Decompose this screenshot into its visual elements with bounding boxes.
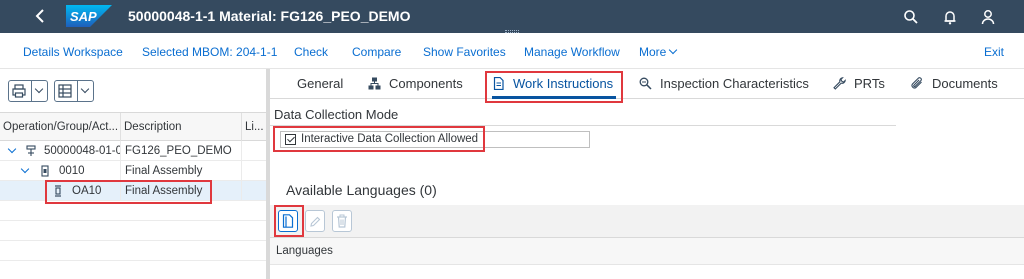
highlight-data-collection-checkbox xyxy=(273,126,485,152)
tree-table-header: Operation/Group/Act... Description Li... xyxy=(0,113,266,141)
column-description[interactable]: Description xyxy=(121,113,242,141)
table-settings-icon xyxy=(58,84,72,98)
tree-row-empty xyxy=(0,221,266,241)
shell-bar: SAP 50000048-1-1 Material: FG126_PEO_DEM… xyxy=(0,0,1024,33)
tree-row-empty xyxy=(0,201,266,221)
details-pane: General Components Work Instructions Ins… xyxy=(270,69,1024,279)
page-title: 50000048-1-1 Material: FG126_PEO_DEMO xyxy=(128,8,411,24)
tree-row-empty xyxy=(0,241,266,261)
pencil-icon xyxy=(310,216,321,227)
view-dropdown[interactable] xyxy=(77,81,93,101)
tree-row-description: Final Assembly xyxy=(121,161,242,181)
tree-row-description: FG126_PEO_DEMO xyxy=(121,141,242,161)
show-favorites-button[interactable]: Show Favorites xyxy=(423,45,506,59)
chevron-down-icon xyxy=(34,84,44,94)
components-icon xyxy=(368,77,381,90)
sap-logo-text: SAP xyxy=(70,9,97,24)
tab-inspection-characteristics[interactable]: Inspection Characteristics xyxy=(639,76,809,91)
compare-button[interactable]: Compare xyxy=(352,45,401,59)
edit-language-button[interactable] xyxy=(305,210,325,232)
chevron-down-icon xyxy=(669,45,678,55)
print-menu-button[interactable] xyxy=(8,80,48,102)
languages-table-header: Languages xyxy=(270,237,1024,265)
action-toolbar: Details Workspace Selected MBOM: 204-1-1… xyxy=(0,33,1024,69)
print-icon xyxy=(12,84,26,98)
more-label: More xyxy=(639,45,667,59)
view-menu-button[interactable] xyxy=(54,80,94,102)
search-icon[interactable] xyxy=(902,8,920,26)
structure-pane: Operation/Group/Act... Description Li...… xyxy=(0,69,266,279)
manage-workflow-button[interactable]: Manage Workflow xyxy=(524,45,620,59)
tree-row-mbom[interactable]: 50000048-01-0 FG126_PEO_DEMO xyxy=(0,141,266,161)
data-collection-title: Data Collection Mode xyxy=(274,107,399,122)
print-dropdown[interactable] xyxy=(31,81,47,101)
details-workspace-link[interactable]: Details Workspace xyxy=(23,45,123,59)
column-languages[interactable]: Languages xyxy=(276,245,333,257)
available-languages-title: Available Languages (0) xyxy=(286,182,437,198)
tab-documents[interactable]: Documents xyxy=(911,76,998,91)
tree-row-empty xyxy=(0,261,266,279)
wrench-icon xyxy=(833,77,846,90)
user-icon[interactable] xyxy=(979,8,997,26)
sap-logo: SAP xyxy=(66,5,112,27)
column-li[interactable]: Li... xyxy=(242,113,266,141)
tree-row-id: 0010 xyxy=(59,161,121,181)
tab-inspection-label: Inspection Characteristics xyxy=(660,76,809,91)
tree-row-id: 50000048-01-0 xyxy=(44,141,121,161)
highlight-selected-row xyxy=(45,180,212,204)
tab-documents-label: Documents xyxy=(932,76,998,91)
tab-components-label: Components xyxy=(389,76,463,91)
highlight-work-instructions-tab xyxy=(485,71,623,103)
chevron-down-icon xyxy=(80,84,90,94)
bell-icon[interactable] xyxy=(941,8,959,26)
tab-general[interactable]: General xyxy=(297,76,343,91)
expand-chevron-icon[interactable] xyxy=(20,164,30,174)
paperclip-icon xyxy=(911,77,922,89)
tab-prts[interactable]: PRTs xyxy=(833,76,885,91)
tab-components[interactable]: Components xyxy=(368,76,463,91)
back-icon[interactable] xyxy=(32,7,50,25)
mbom-node-icon xyxy=(26,145,36,156)
more-button[interactable]: More xyxy=(639,45,678,59)
languages-toolbar xyxy=(270,205,1024,237)
delete-language-button[interactable] xyxy=(332,210,352,232)
operation-node-icon xyxy=(41,165,49,177)
exit-button[interactable]: Exit xyxy=(984,45,1004,59)
structure-toolbar xyxy=(0,69,266,113)
column-operation[interactable]: Operation/Group/Act... xyxy=(0,113,121,141)
expand-chevron-icon[interactable] xyxy=(7,144,17,154)
selected-mbom-link[interactable]: Selected MBOM: 204-1-1 xyxy=(142,45,277,59)
check-button[interactable]: Check xyxy=(294,45,328,59)
highlight-add-language-button xyxy=(274,205,304,237)
inspection-icon xyxy=(639,77,652,90)
trash-icon xyxy=(337,214,347,228)
tab-bar: General Components Work Instructions Ins… xyxy=(270,69,1024,99)
tab-prts-label: PRTs xyxy=(854,76,885,91)
tree-row-operation[interactable]: 0010 Final Assembly xyxy=(0,161,266,181)
